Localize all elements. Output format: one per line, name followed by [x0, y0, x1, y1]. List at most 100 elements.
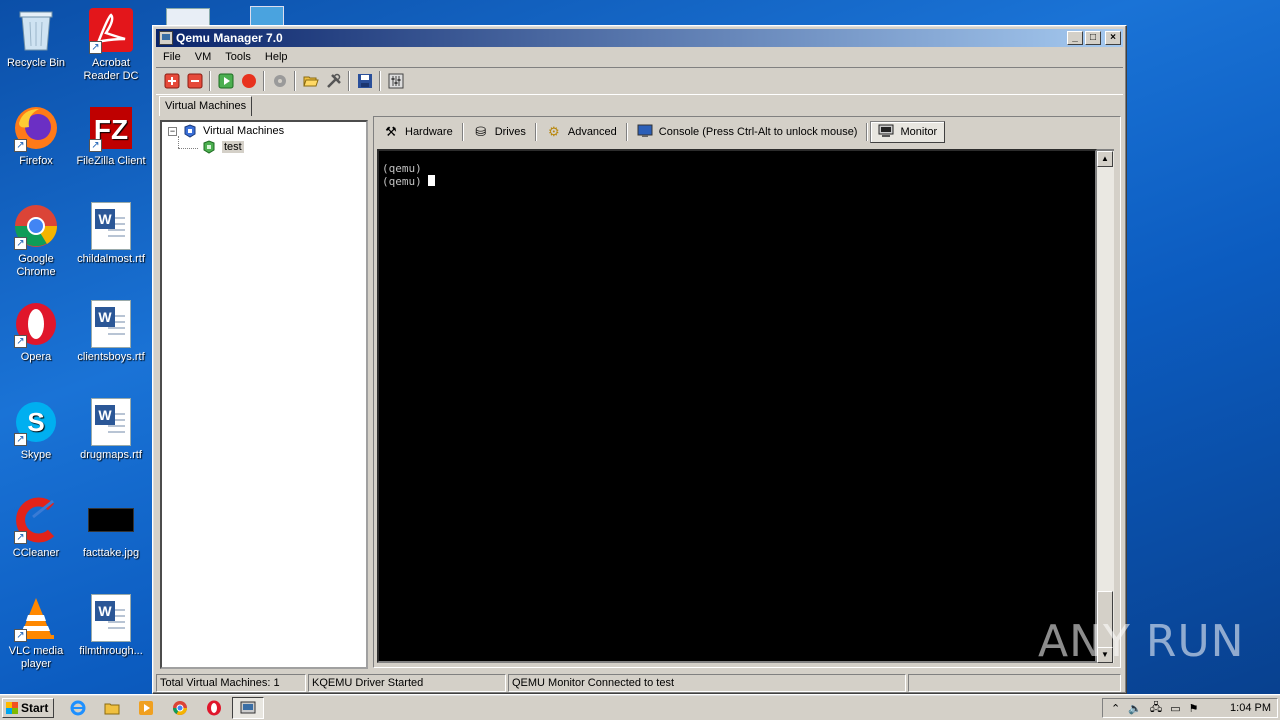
- network-icon[interactable]: 🖧: [1150, 699, 1162, 718]
- tab-hardware[interactable]: ⚒ Hardware: [376, 121, 460, 143]
- desktop-icon-acrobat[interactable]: ↗ Acrobat Reader DC: [75, 6, 147, 83]
- taskbar-ie-button[interactable]: [68, 698, 88, 718]
- tree-connector: [178, 148, 198, 149]
- menu-help[interactable]: Help: [258, 48, 295, 66]
- firefox-icon: ↗: [12, 104, 60, 152]
- menu-tools[interactable]: Tools: [218, 48, 258, 66]
- tab-monitor[interactable]: Monitor: [870, 120, 946, 143]
- open-folder-button[interactable]: [299, 70, 322, 92]
- tree-item-label: test: [222, 141, 244, 153]
- taskbar-qemu-manager-button[interactable]: [232, 697, 264, 719]
- word-document-icon: W: [87, 300, 135, 348]
- scroll-up-button[interactable]: ▲: [1097, 151, 1113, 167]
- start-vm-button[interactable]: [214, 70, 237, 92]
- stop-vm-button[interactable]: [237, 70, 260, 92]
- tree-item-test[interactable]: test: [202, 139, 244, 155]
- tab-console[interactable]: Console (Press Ctrl-Alt to unlock mouse): [630, 121, 865, 143]
- shortcut-arrow-icon: ↗: [14, 531, 27, 544]
- tab-label: Advanced: [567, 125, 617, 138]
- tray-expand-icon[interactable]: ⌃: [1111, 702, 1120, 715]
- qemu-monitor-console[interactable]: (qemu) (qemu): [377, 149, 1097, 663]
- save-button[interactable]: [353, 70, 376, 92]
- status-bar: Total Virtual Machines: 1 KQEMU Driver S…: [156, 674, 1123, 692]
- acrobat-icon: ↗: [87, 6, 135, 54]
- save-icon: [357, 74, 372, 88]
- desktop-icon-label: Firefox: [19, 155, 53, 167]
- toolbar-separator: [294, 71, 296, 91]
- desktop-icon-skype[interactable]: S ↗ Skype: [0, 398, 72, 462]
- detail-tabs: ⚒ Hardware ⛁ Drives ⚙ Advanced Console (…: [376, 119, 946, 144]
- volume-icon[interactable]: 🔈: [1128, 702, 1142, 715]
- status-driver: KQEMU Driver Started: [308, 674, 506, 692]
- desktop-icon-recycle-bin[interactable]: Recycle Bin: [0, 6, 72, 70]
- disk-button[interactable]: [268, 70, 291, 92]
- settings-button[interactable]: [384, 70, 407, 92]
- desktop-icon-opera[interactable]: ↗ Opera: [0, 300, 72, 364]
- desktop-icon-filezilla[interactable]: FZ ↗ FileZilla Client: [75, 104, 147, 168]
- clock[interactable]: 1:04 PM: [1230, 702, 1271, 714]
- tab-drives[interactable]: ⛁ Drives: [466, 121, 533, 143]
- tools-button[interactable]: [322, 70, 345, 92]
- desktop-icon-ccleaner[interactable]: ↗ CCleaner: [0, 496, 72, 560]
- qemu-manager-window: Qemu Manager 7.0 _ □ × File VM Tools Hel…: [152, 25, 1127, 694]
- vm-detail-pane: ⚒ Hardware ⛁ Drives ⚙ Advanced Console (…: [373, 116, 1121, 668]
- shortcut-arrow-icon: ↗: [14, 139, 27, 152]
- shortcut-arrow-icon: ↗: [14, 335, 27, 348]
- tab-separator: [625, 122, 628, 141]
- vm-icon: [203, 140, 215, 154]
- minimize-button[interactable]: _: [1067, 31, 1083, 45]
- taskbar-explorer-button[interactable]: [102, 698, 122, 718]
- desktop-icon-label: drugmaps.rtf: [80, 449, 142, 461]
- chrome-icon: ↗: [12, 202, 60, 250]
- qemu-manager-icon: [240, 701, 256, 714]
- app-icon: [159, 31, 173, 45]
- desktop-icon-google-chrome[interactable]: ↗ Google Chrome: [0, 202, 72, 279]
- taskbar-opera-button[interactable]: [204, 698, 224, 718]
- tree-expander[interactable]: −: [168, 126, 177, 136]
- title-bar[interactable]: Qemu Manager 7.0 _ □ ×: [156, 29, 1123, 47]
- toolbar-separator: [263, 71, 265, 91]
- action-center-flag-icon[interactable]: ⚑: [1189, 702, 1199, 715]
- folder-icon: [104, 703, 120, 715]
- drives-icon: ⛁: [475, 123, 487, 139]
- open-folder-icon: [302, 76, 319, 87]
- toolbar: [156, 67, 1123, 95]
- disk-icon: [273, 75, 286, 87]
- desktop-icon-partial[interactable]: [166, 8, 210, 26]
- display-icon[interactable]: ▭: [1170, 702, 1180, 715]
- taskbar: Start ⌃ 🔈 🖧 ▭ ⚑ 1:04 PM: [0, 694, 1280, 720]
- desktop-icon-childalmost[interactable]: W childalmost.rtf: [75, 202, 147, 266]
- desktop-icon-filmthrough[interactable]: W filmthrough...: [75, 594, 147, 658]
- console-scrollbar[interactable]: ▲ ▼: [1097, 149, 1114, 663]
- word-document-icon: W: [87, 594, 135, 642]
- settings-icon: [388, 73, 403, 89]
- tab-virtual-machines[interactable]: Virtual Machines: [159, 96, 253, 116]
- menu-file[interactable]: File: [156, 48, 188, 66]
- start-button[interactable]: Start: [2, 698, 54, 718]
- close-button[interactable]: ×: [1105, 31, 1121, 45]
- menu-vm[interactable]: VM: [188, 48, 219, 66]
- desktop-icon-vlc[interactable]: ↗ VLC media player: [0, 594, 72, 671]
- remove-vm-icon: [187, 73, 202, 89]
- tab-advanced[interactable]: ⚙ Advanced: [539, 121, 624, 143]
- tree-root-item[interactable]: − Virtual Machines: [168, 123, 284, 139]
- taskbar-media-player-button[interactable]: [136, 698, 156, 718]
- desktop-icon-clientsboys[interactable]: W clientsboys.rtf: [75, 300, 147, 364]
- console-line: (qemu): [382, 162, 422, 175]
- add-vm-button[interactable]: [160, 70, 183, 92]
- tab-separator: [461, 122, 464, 141]
- taskbar-chrome-button[interactable]: [170, 698, 190, 718]
- tab-label: Hardware: [405, 125, 453, 138]
- add-vm-icon: [164, 73, 179, 89]
- maximize-button[interactable]: □: [1085, 31, 1101, 45]
- status-monitor: QEMU Monitor Connected to test: [508, 674, 906, 692]
- desktop-icon-partial[interactable]: [250, 6, 284, 26]
- desktop-icon-drugmaps[interactable]: W drugmaps.rtf: [75, 398, 147, 462]
- desktop-icon-label: CCleaner: [12, 547, 60, 559]
- vlc-icon: ↗: [12, 594, 60, 642]
- svg-text:S: S: [27, 407, 44, 437]
- remove-vm-button[interactable]: [183, 70, 206, 92]
- internet-explorer-icon: [70, 700, 86, 716]
- desktop-icon-firefox[interactable]: ↗ Firefox: [0, 104, 72, 168]
- desktop-icon-facttake[interactable]: facttake.jpg: [75, 496, 147, 560]
